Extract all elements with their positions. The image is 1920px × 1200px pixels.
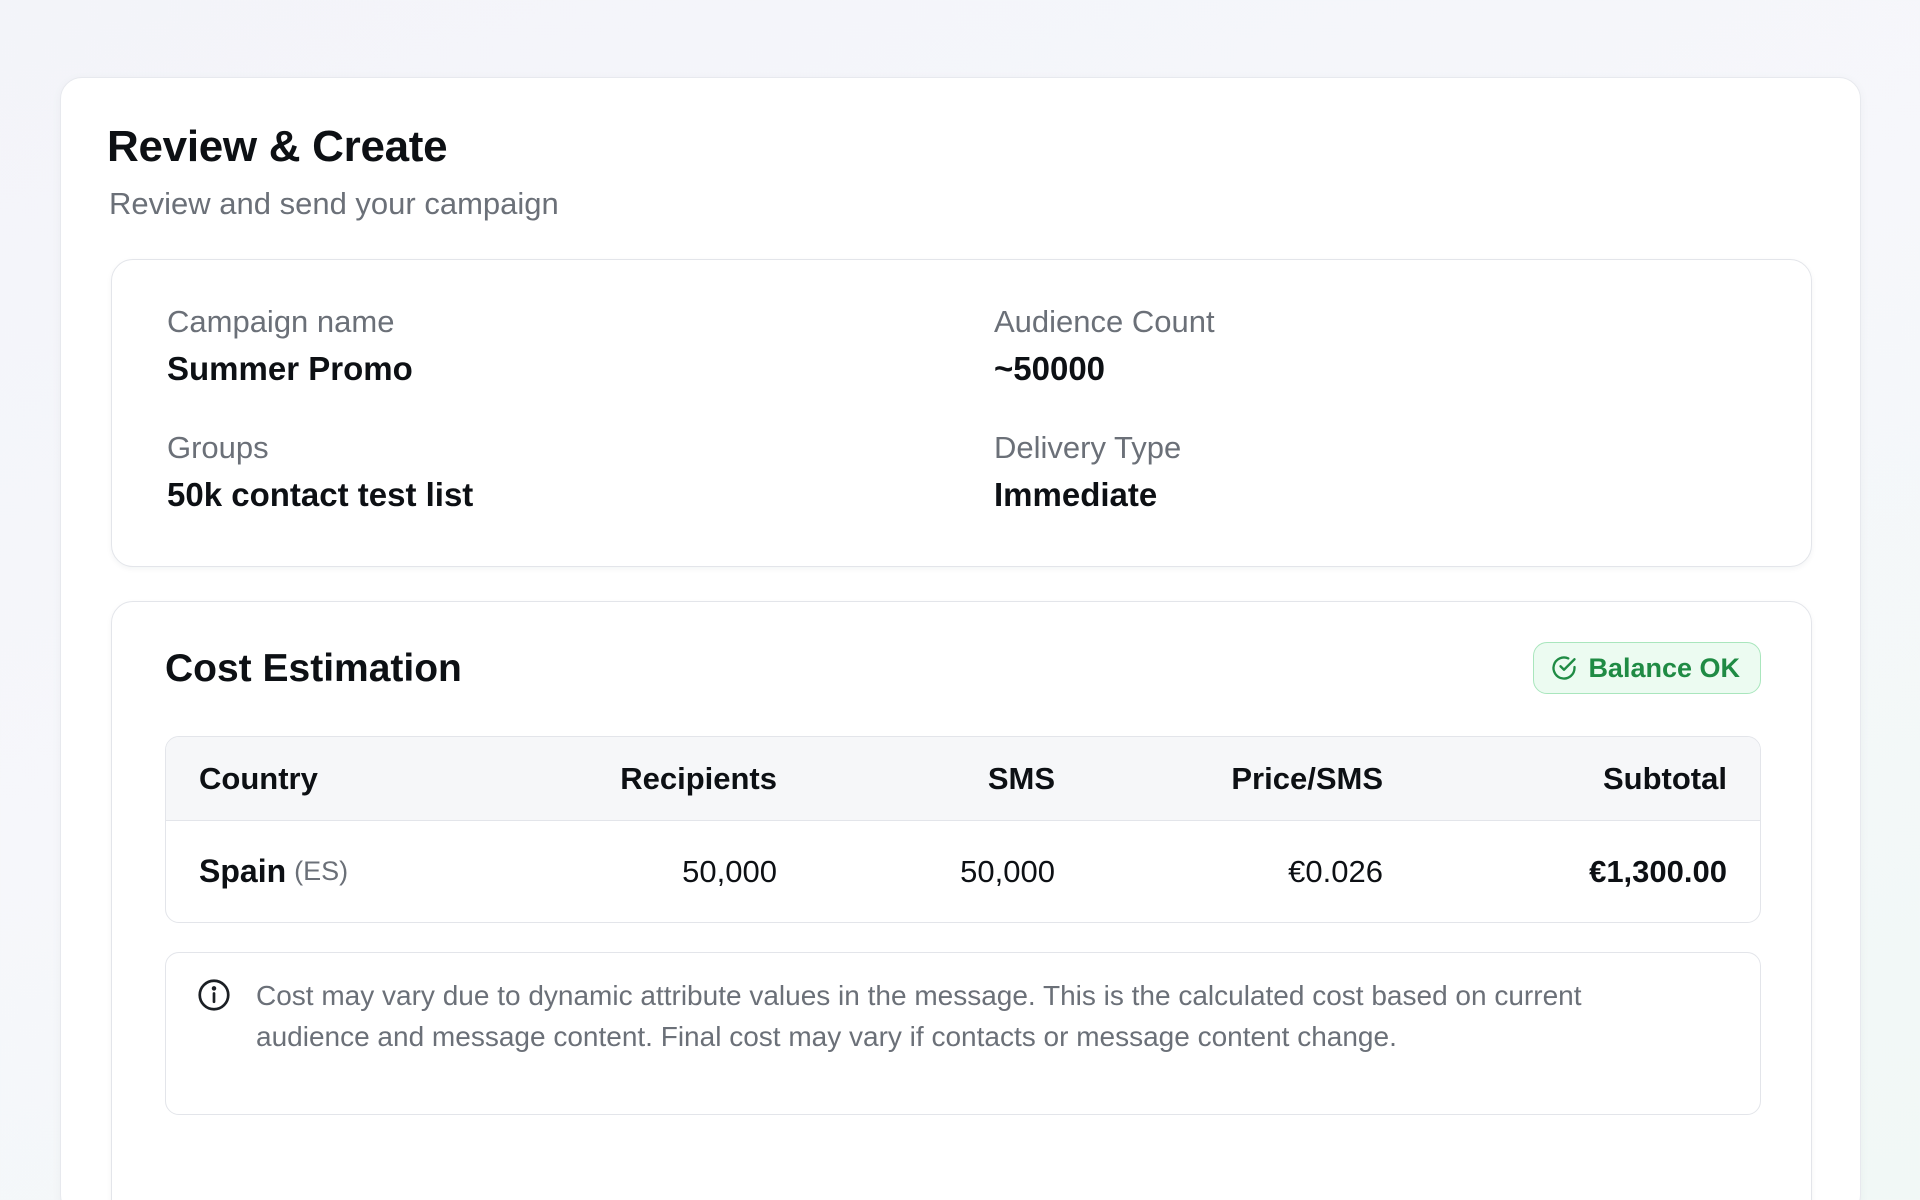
balance-status-label: Balance OK (1588, 652, 1740, 683)
subtotal-cell: €1,300.00 (1589, 853, 1727, 889)
balance-status-badge: Balance OK (1533, 642, 1761, 694)
page-subtitle: Review and send your campaign (109, 186, 559, 221)
col-sms: SMS (987, 760, 1055, 796)
campaign-name-field: Campaign name Summer Promo (167, 304, 413, 388)
groups-value: 50k contact test list (167, 476, 474, 513)
sms-cell: 50,000 (960, 853, 1055, 889)
audience-count-value: ~50000 (994, 350, 1106, 387)
delivery-type-label: Delivery Type (994, 430, 1182, 465)
cost-estimation-card: Cost Estimation Balance OK Country Recip… (111, 601, 1812, 1200)
col-recipients: Recipients (620, 760, 777, 796)
audience-count-label: Audience Count (994, 304, 1215, 339)
col-country: Country (199, 760, 318, 796)
campaign-summary: Campaign name Summer Promo Audience Coun… (111, 259, 1812, 567)
groups-label: Groups (167, 430, 269, 465)
col-price-per-sms: Price/SMS (1231, 760, 1383, 796)
delivery-type-field: Delivery Type Immediate (994, 430, 1181, 514)
cost-disclaimer: Cost may vary due to dynamic attribute v… (165, 952, 1761, 1115)
info-icon (196, 977, 232, 1018)
cost-estimation-title: Cost Estimation (165, 647, 462, 690)
campaign-name-label: Campaign name (167, 304, 395, 339)
delivery-type-value: Immediate (994, 476, 1158, 513)
page-title: Review & Create (107, 122, 448, 171)
groups-field: Groups 50k contact test list (167, 430, 473, 514)
table-row: Spain (ES) 50,000 50,000 €0.026 €1,300.0… (166, 821, 1760, 922)
country-cell: Spain (ES) (199, 821, 348, 922)
check-circle-icon (1550, 654, 1578, 682)
recipients-cell: 50,000 (682, 853, 777, 889)
campaign-name-value: Summer Promo (167, 350, 413, 387)
table-header: Country Recipients SMS Price/SMS Subtota… (166, 737, 1760, 821)
price-per-sms-cell: €0.026 (1288, 853, 1383, 889)
review-card: Review & Create Review and send your cam… (60, 77, 1861, 1200)
cost-disclaimer-text: Cost may vary due to dynamic attribute v… (256, 980, 1582, 1052)
audience-count-field: Audience Count ~50000 (994, 304, 1215, 388)
country-name: Spain (199, 853, 287, 889)
country-code: (ES) (294, 856, 349, 886)
cost-table: Country Recipients SMS Price/SMS Subtota… (165, 736, 1761, 923)
col-subtotal: Subtotal (1603, 760, 1727, 796)
